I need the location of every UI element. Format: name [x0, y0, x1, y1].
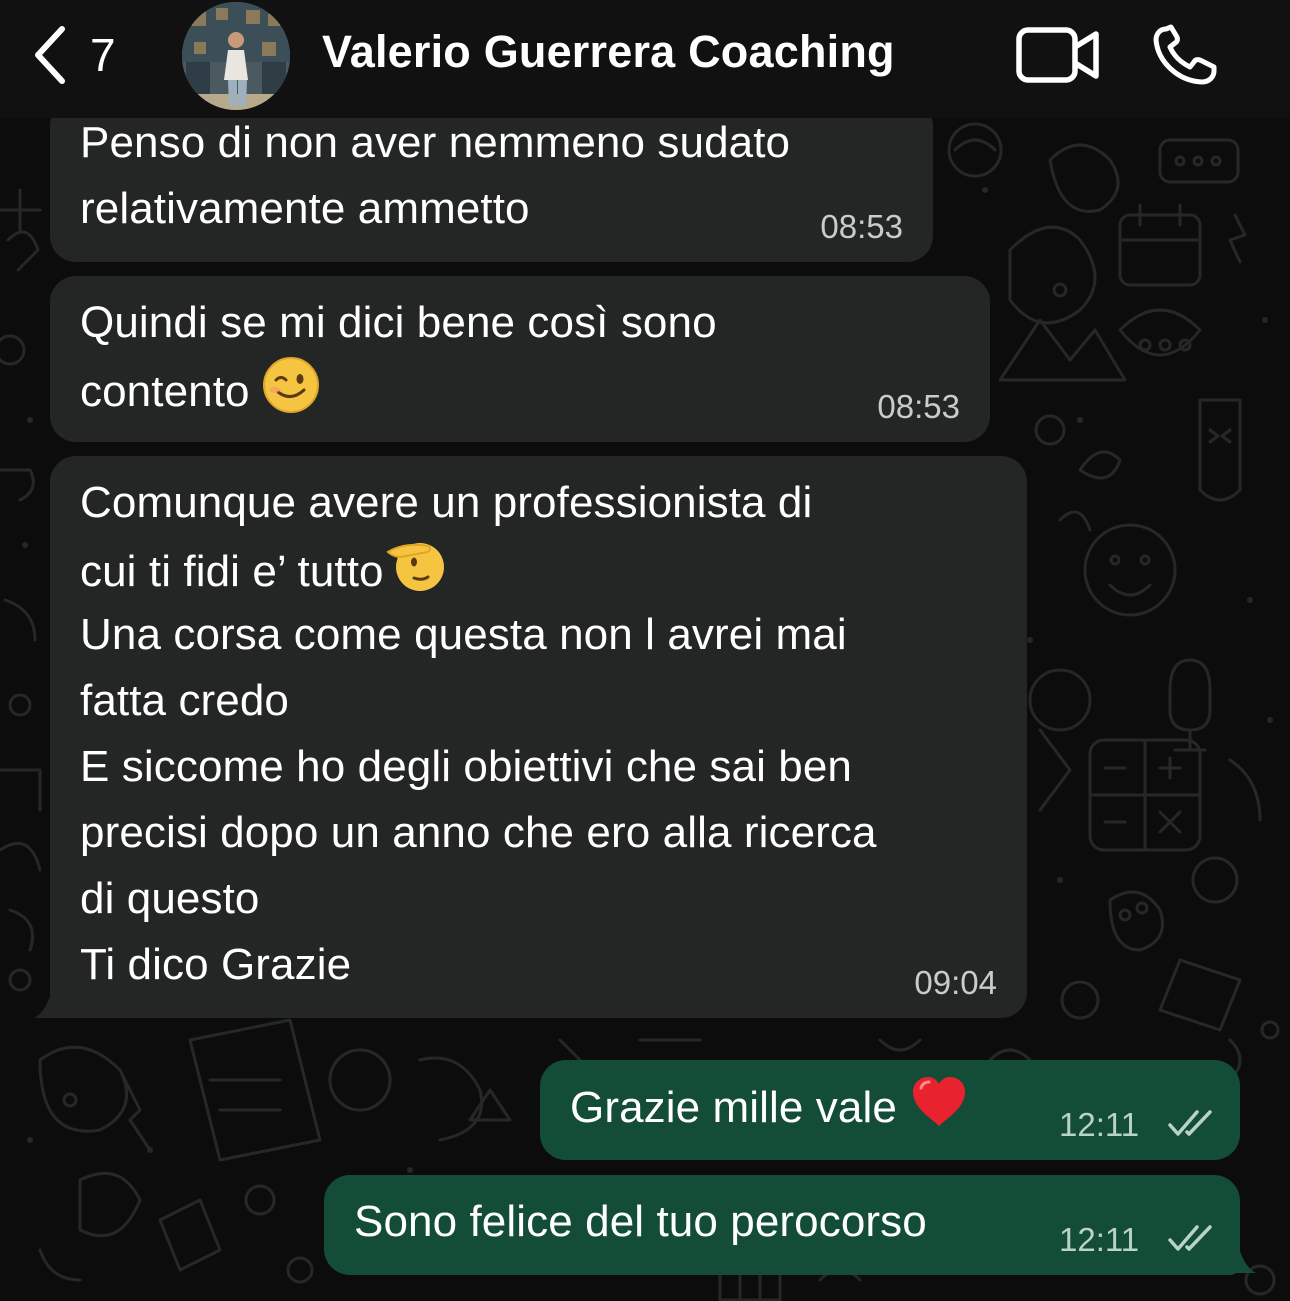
contact-name[interactable]: Valerio Guerrera Coaching — [322, 26, 895, 78]
message-time: 08:53 — [820, 208, 903, 245]
message-text: Comunque avere un professionista di — [80, 478, 813, 527]
message-text: Sono felice del tuo perocorso — [354, 1197, 927, 1246]
message-time: 09:04 — [914, 964, 997, 1001]
message-text: Grazie mille vale — [570, 1074, 969, 1141]
message-time: 12:11 — [1059, 1221, 1140, 1258]
message-text: E siccome ho degli obiettivi che sai ben — [80, 742, 852, 791]
chevron-left-icon — [35, 26, 65, 84]
message-bubble-incoming[interactable]: Quindi se mi dici bene così sono content… — [50, 276, 990, 442]
message-bubble-outgoing[interactable]: Sono felice del tuo perocorso 12:11 — [324, 1175, 1240, 1275]
message-text: fatta credo — [80, 676, 290, 725]
chat-header: 7 Valerio Guerrera Coaching — [0, 0, 1290, 118]
back-button[interactable]: 7 — [30, 20, 116, 90]
message-text: precisi dopo un anno che ero alla ricerc… — [80, 808, 877, 857]
message-text-line: cui ti fidi e’ tutto — [80, 547, 384, 596]
message-text: cui ti fidi e’ tutto — [80, 536, 446, 605]
avatar-photo — [182, 2, 290, 110]
video-camera-icon — [1016, 27, 1099, 83]
message-text: Penso di non aver nemmeno sudato — [80, 118, 791, 167]
phone-icon — [1153, 24, 1217, 85]
message-text-line: Grazie mille vale — [570, 1083, 897, 1132]
message-bubble-incoming[interactable]: Penso di non aver nemmeno sudato relativ… — [50, 100, 933, 262]
message-time: 08:53 — [877, 388, 960, 425]
saluting-face-emoji — [385, 543, 444, 591]
read-ticks-icon — [1168, 1225, 1212, 1251]
message-text: relativamente ammetto — [80, 184, 530, 233]
message-text: di questo — [80, 874, 260, 923]
message-text: Quindi se mi dici bene così sono — [80, 298, 717, 347]
voice-call-button[interactable] — [1152, 24, 1222, 91]
read-ticks-icon — [1168, 1110, 1212, 1136]
unread-count: 7 — [90, 29, 116, 81]
avatar[interactable] — [182, 2, 290, 110]
message-time: 12:11 — [1059, 1106, 1140, 1143]
video-call-button[interactable] — [1016, 26, 1100, 89]
message-text: contento — [80, 356, 320, 425]
winking-face-emoji — [262, 357, 319, 413]
red-heart-emoji — [913, 1077, 966, 1126]
message-text-line: contento — [80, 367, 250, 416]
message-text: Una corsa come questa non l avrei mai — [80, 610, 847, 659]
chat-screen: 7 Valerio Guerrera Coaching Penso di non… — [0, 0, 1290, 1301]
message-bubble-incoming[interactable]: Comunque avere un professionista di cui … — [50, 456, 1027, 1018]
bubble-tail — [34, 990, 70, 1018]
message-text: Ti dico Grazie — [80, 940, 352, 989]
message-bubble-outgoing[interactable]: Grazie mille vale 12:11 — [540, 1060, 1240, 1160]
bubble-tail — [1220, 1245, 1256, 1273]
